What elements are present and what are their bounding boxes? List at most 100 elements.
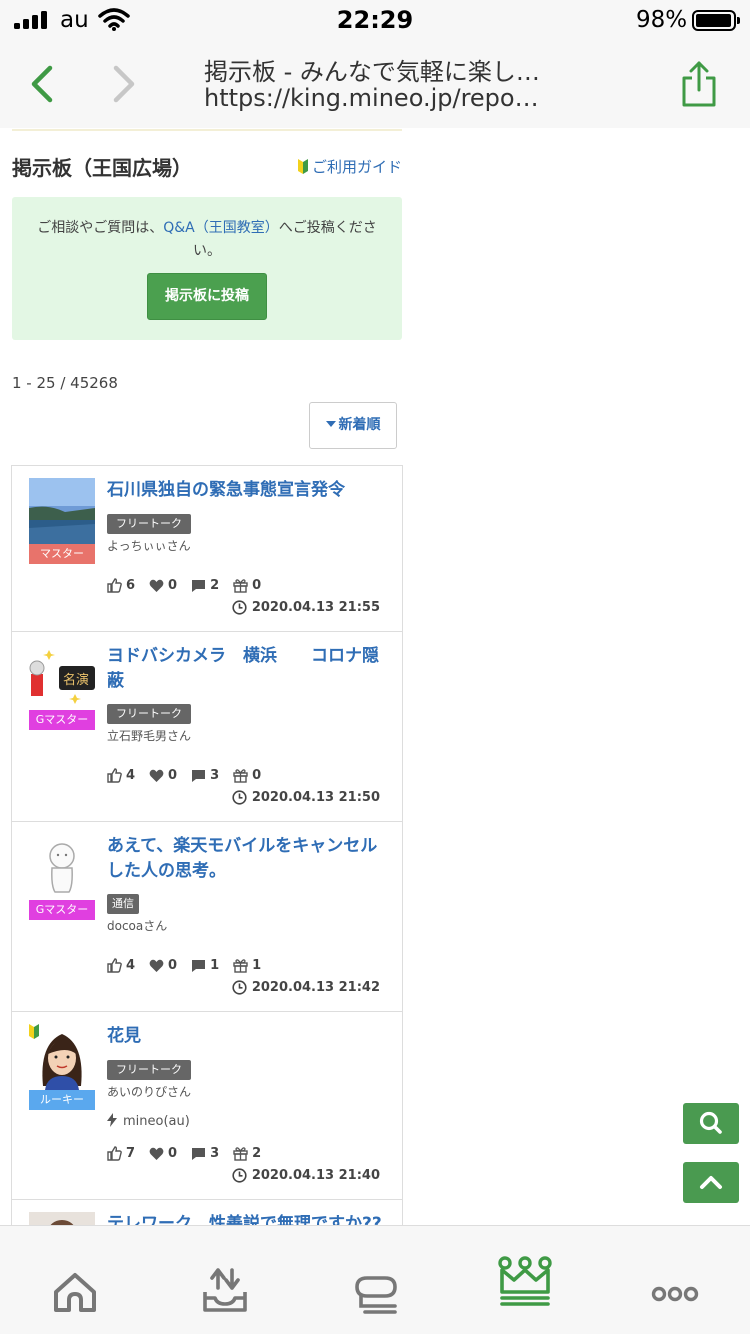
avatar[interactable]	[29, 1212, 95, 1225]
sort-dropdown[interactable]: 新着順	[309, 402, 397, 449]
status-bar: au 22:29 98%	[0, 0, 750, 40]
list-item[interactable]: 名演 Gマスター ヨドバシカメラ 横浜 コロナ隠蔽 フリートーク 立石野毛男さん…	[12, 632, 402, 822]
post-date-value: 2020.04.13 21:55	[251, 600, 380, 615]
post-date: 2020.04.13 21:55	[232, 600, 380, 615]
gift-count: 0	[252, 578, 262, 593]
chevron-right-icon[interactable]	[106, 64, 140, 104]
category-tag[interactable]: フリートーク	[107, 704, 191, 724]
avatar-image	[29, 478, 95, 544]
inbox-icon	[203, 1268, 247, 1312]
post-date: 2020.04.13 21:42	[232, 980, 380, 995]
list-item[interactable]: Gマスター あえて、楽天モバイルをキャンセルした人の思考。 通信 docoaさん…	[12, 822, 402, 1012]
category-tag[interactable]: フリートーク	[107, 514, 191, 534]
post-date-value: 2020.04.13 21:40	[251, 1168, 380, 1183]
comment-count: 3	[210, 1146, 220, 1161]
avatar-image: 名演	[29, 644, 95, 710]
crown-icon	[498, 1256, 552, 1306]
share-icon[interactable]	[680, 60, 718, 108]
list-item[interactable]: ルーキー 花見 フリートーク あいのりぴさん mineo(au) 7 0 3 2…	[12, 1012, 402, 1200]
post-title[interactable]: 石川県独自の緊急事態宣言発令	[107, 478, 392, 503]
post-title[interactable]: テレワーク 性善説で無理ですか??	[107, 1212, 392, 1225]
clock-icon	[232, 790, 247, 805]
category-tag[interactable]: フリートーク	[107, 1060, 191, 1080]
caret-down-icon	[325, 421, 336, 427]
beginner-mark-icon	[29, 1024, 39, 1039]
thumbs-up-icon	[107, 1146, 122, 1161]
chevron-up-icon	[700, 1176, 722, 1189]
comment-count: 3	[210, 768, 220, 783]
post-title[interactable]: あえて、楽天モバイルをキャンセルした人の思考。	[107, 834, 392, 884]
avatar-image	[29, 1212, 95, 1225]
clock-icon	[232, 980, 247, 995]
avatar[interactable]	[29, 478, 95, 544]
svg-text:名演: 名演	[63, 672, 89, 688]
gift-icon	[233, 769, 248, 783]
heart-icon	[149, 959, 164, 972]
tab-home[interactable]	[0, 1226, 150, 1334]
avatar[interactable]	[29, 834, 95, 900]
battery-percent: 98%	[636, 7, 688, 33]
tab-more[interactable]	[600, 1226, 750, 1334]
like-count: 7	[126, 1146, 136, 1161]
thumbs-up-icon	[107, 768, 122, 783]
notice-prefix: ご相談やご質問は、	[37, 220, 164, 236]
gift-icon	[233, 579, 248, 593]
post-stats: 4 0 1 1	[107, 958, 275, 973]
browser-toolbar: 掲示板 - みんなで気軽に楽し… https://king.mineo.jp/r…	[0, 40, 750, 128]
home-icon	[54, 1273, 96, 1312]
rank-badge: Gマスター	[29, 710, 95, 730]
list-item[interactable]: マスター 石川県独自の緊急事態宣言発令 フリートーク よっちぃぃさん 6 0 2…	[12, 466, 402, 632]
like-count: 4	[126, 958, 136, 973]
guide-link-label: ご利用ガイド	[312, 158, 403, 176]
rank-badge: ルーキー	[29, 1090, 95, 1110]
author-name[interactable]: 立石野毛男さん	[107, 727, 191, 744]
heart-count: 0	[168, 768, 178, 783]
author-name[interactable]: よっちぃぃさん	[107, 537, 191, 554]
heart-count: 0	[168, 1146, 178, 1161]
post-date-value: 2020.04.13 21:42	[251, 980, 380, 995]
category-tag[interactable]: 通信	[107, 894, 139, 914]
qa-link[interactable]: Q&A（王国教室）	[163, 220, 279, 236]
thumbs-up-icon	[107, 578, 122, 593]
list-item[interactable]: テレワーク 性善説で無理ですか??	[12, 1200, 402, 1225]
sort-label: 新着順	[338, 417, 381, 433]
search-button[interactable]	[683, 1103, 739, 1144]
post-title[interactable]: 花見	[107, 1024, 392, 1049]
comment-icon	[192, 1147, 206, 1160]
comment-icon	[192, 769, 206, 782]
page-title: 掲示板（王国広場）	[12, 156, 192, 180]
clock-icon	[232, 600, 247, 615]
gift-count: 1	[252, 958, 262, 973]
beginner-mark-icon	[298, 159, 308, 174]
gift-icon	[233, 1147, 248, 1161]
tab-chat[interactable]	[300, 1226, 450, 1334]
comment-icon	[192, 579, 206, 592]
gift-count: 0	[252, 768, 262, 783]
notice-box: ご相談やご質問は、Q&A（王国教室）へご投稿ください。 掲示板に投稿	[12, 197, 402, 340]
search-icon	[699, 1111, 722, 1134]
chevron-left-icon[interactable]	[26, 64, 60, 104]
post-date: 2020.04.13 21:40	[232, 1168, 380, 1183]
battery-icon	[692, 10, 740, 31]
page-title-tab[interactable]: 掲示板 - みんなで気軽に楽し…	[204, 52, 564, 87]
comment-count: 2	[210, 578, 220, 593]
tab-inbox[interactable]	[150, 1226, 300, 1334]
result-count: 1 - 25 / 45268	[12, 374, 118, 392]
url-address[interactable]: https://king.mineo.jp/repo…	[204, 84, 564, 112]
scroll-top-button[interactable]	[683, 1162, 739, 1203]
guide-link[interactable]: ご利用ガイド	[298, 156, 402, 177]
device-label: mineo(au)	[107, 1113, 190, 1129]
post-to-board-button[interactable]: 掲示板に投稿	[147, 273, 267, 320]
post-stats: 4 0 3 0	[107, 768, 275, 783]
heart-count: 0	[168, 578, 178, 593]
avatar-image	[29, 834, 95, 900]
author-name[interactable]: あいのりぴさん	[107, 1083, 191, 1100]
avatar[interactable]: 名演	[29, 644, 95, 710]
tab-king[interactable]	[450, 1226, 600, 1334]
author-name[interactable]: docoaさん	[107, 917, 167, 934]
thumbs-up-icon	[107, 958, 122, 973]
heart-icon	[149, 769, 164, 782]
post-title[interactable]: ヨドバシカメラ 横浜 コロナ隠蔽	[107, 644, 392, 694]
clock-icon	[232, 1168, 247, 1183]
post-list: マスター 石川県独自の緊急事態宣言発令 フリートーク よっちぃぃさん 6 0 2…	[11, 465, 403, 1225]
